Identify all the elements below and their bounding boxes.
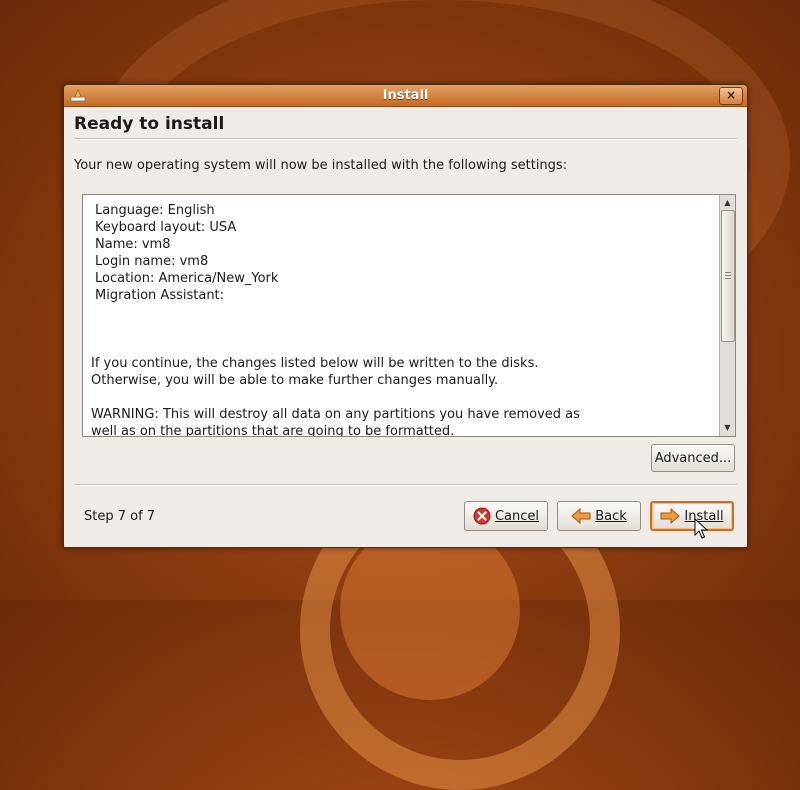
scroll-up-arrow-icon[interactable]: ▲ — [720, 196, 735, 210]
advanced-button-label: Advanced... — [654, 450, 732, 466]
mouse-pointer-icon — [694, 518, 708, 539]
summary-line: Login name: vm8 — [95, 254, 209, 269]
warning-line: WARNING: This will destroy all data on a… — [91, 407, 580, 422]
close-button[interactable]: × — [719, 87, 743, 105]
summary-line: Name: vm8 — [95, 237, 171, 252]
summary-line: Keyboard layout: USA — [95, 220, 237, 235]
back-button-label: Back — [595, 508, 627, 524]
cancel-icon — [473, 507, 491, 525]
warning-line: well as on the partitions that are going… — [91, 424, 455, 436]
vertical-scrollbar[interactable]: ▲ ▼ — [719, 195, 735, 436]
summary-line: Language: English — [95, 203, 215, 218]
page-title: Ready to install — [74, 114, 225, 134]
step-indicator: Step 7 of 7 — [84, 509, 156, 524]
cancel-button[interactable]: Cancel — [464, 501, 548, 531]
scroll-down-arrow-icon[interactable]: ▼ — [720, 421, 735, 435]
back-button[interactable]: Back — [557, 501, 641, 531]
install-button[interactable]: Install — [650, 501, 734, 531]
title-bar[interactable]: Install × — [64, 85, 747, 107]
scrollbar-thumb[interactable] — [721, 210, 735, 342]
header-divider — [74, 138, 737, 140]
summary-text-content: Language: English Keyboard layout: USA N… — [83, 195, 718, 436]
message-line: Otherwise, you will be able to make furt… — [91, 373, 499, 388]
back-arrow-icon — [571, 508, 591, 524]
forward-arrow-icon — [660, 508, 681, 524]
advanced-button[interactable]: Advanced... — [651, 444, 735, 472]
cancel-button-label: Cancel — [494, 508, 540, 524]
summary-text-view[interactable]: Language: English Keyboard layout: USA N… — [82, 194, 736, 437]
footer-divider — [74, 484, 737, 486]
summary-line: Migration Assistant: — [95, 288, 225, 303]
intro-text: Your new operating system will now be in… — [74, 158, 568, 173]
window-title: Install — [382, 88, 429, 103]
close-icon: × — [725, 88, 737, 102]
install-dialog: Install × Ready to install Your new oper… — [63, 84, 748, 548]
summary-line: Location: America/New_York — [95, 271, 279, 286]
message-line: If you continue, the changes listed belo… — [91, 356, 539, 371]
